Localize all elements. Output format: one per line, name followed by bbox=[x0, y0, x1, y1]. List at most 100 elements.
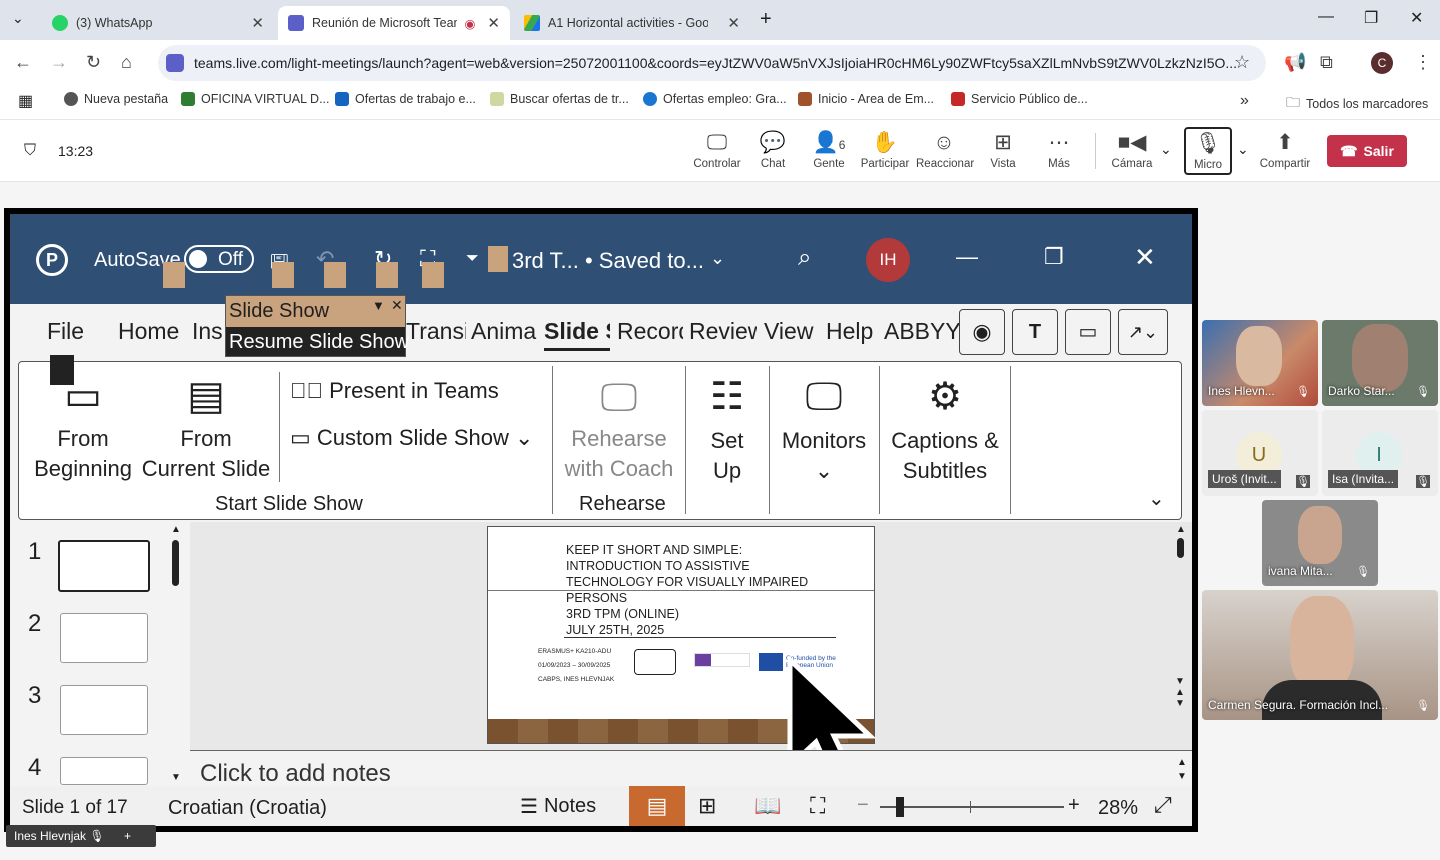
zoom-in-icon[interactable]: + bbox=[1068, 794, 1080, 817]
notes-scroll-icon[interactable]: ▲ ▼ bbox=[1177, 756, 1187, 784]
tab-teams[interactable]: Reunión de Microsoft Teams ◉ ✕ bbox=[278, 6, 510, 40]
restore-icon[interactable]: ❐ bbox=[1364, 8, 1378, 28]
tab-animations[interactable]: Anima bbox=[471, 318, 539, 345]
close-tab-icon[interactable]: ✕ bbox=[251, 14, 264, 32]
address-bar[interactable]: teams.live.com/light-meetings/launch?age… bbox=[158, 45, 1266, 81]
extension-alert-icon[interactable]: 📢 bbox=[1284, 52, 1306, 73]
raise-hand-button[interactable]: ✋ Participar bbox=[857, 130, 913, 170]
reading-view-icon[interactable]: 📖 bbox=[754, 793, 781, 819]
record-button[interactable]: ◉ bbox=[959, 309, 1005, 355]
share-button[interactable]: ⬆ Compartir bbox=[1257, 130, 1313, 170]
tab-slide-show[interactable]: Slide S bbox=[544, 318, 610, 351]
apps-grid-icon[interactable]: ▦ bbox=[18, 91, 33, 111]
tab-list-chevron-icon[interactable]: ⌄ bbox=[12, 10, 24, 27]
slide-sorter-icon[interactable]: ⊞ bbox=[698, 793, 716, 819]
popup-chevron-icon[interactable]: ▼ bbox=[372, 298, 385, 313]
document-title[interactable]: 3rd T... • Saved to... bbox=[512, 248, 704, 274]
user-avatar[interactable]: IH bbox=[866, 238, 910, 282]
mic-options-chevron-icon[interactable]: ⌄ bbox=[1237, 141, 1249, 158]
notes-placeholder[interactable]: Click to add notes bbox=[200, 760, 391, 788]
people-button[interactable]: 👤6 Gente bbox=[801, 130, 857, 170]
pin-icon[interactable]: + bbox=[124, 829, 131, 843]
bookmarks-folder[interactable]: 🗀 Todos los marcadores bbox=[1286, 92, 1428, 116]
tab-view[interactable]: View bbox=[764, 318, 813, 345]
browser-menu-icon[interactable]: ⋮ bbox=[1414, 52, 1432, 73]
ppt-minimize-icon[interactable]: — bbox=[956, 244, 978, 270]
tab-whatsapp[interactable]: (3) WhatsApp ✕ bbox=[42, 6, 274, 40]
close-window-icon[interactable]: ✕ bbox=[1410, 8, 1423, 28]
tab-home[interactable]: Home bbox=[118, 318, 179, 345]
comments-button[interactable]: ▭ bbox=[1065, 309, 1111, 355]
customize-toolbar-icon[interactable]: ⏷ bbox=[466, 250, 479, 268]
editor-scrollbar[interactable] bbox=[1177, 538, 1184, 558]
bookmark-item[interactable]: Ofertas empleo: Gra... bbox=[643, 92, 787, 106]
present-in-teams-button[interactable]: ⊤⃞ Present in Teams bbox=[290, 378, 499, 404]
close-tab-icon[interactable]: ✕ bbox=[487, 14, 500, 32]
slide-thumbnail-4[interactable] bbox=[60, 757, 148, 785]
participant-tile[interactable]: ivana Mita... 🎙 bbox=[1262, 500, 1378, 586]
bookmark-item[interactable]: Nueva pestaña bbox=[64, 92, 168, 106]
slide-thumbnail-3[interactable] bbox=[60, 685, 148, 735]
zoom-level[interactable]: 28% bbox=[1098, 797, 1138, 820]
normal-view-button[interactable]: ▤ bbox=[629, 786, 685, 826]
custom-slide-show-button[interactable]: ▭ Custom Slide Show ⌄ bbox=[290, 425, 533, 451]
setup-button[interactable]: ☷ Set Up bbox=[694, 368, 760, 486]
monitors-button[interactable]: 🖵 Monitors ⌄ bbox=[776, 368, 872, 486]
from-current-button[interactable]: ▤ From Current Slide bbox=[140, 368, 272, 484]
captions-button[interactable]: ⚙ Captions & Subtitles bbox=[886, 368, 1004, 486]
bookmark-item[interactable]: Buscar ofertas de tr... bbox=[490, 92, 629, 106]
slideshow-view-icon[interactable]: ⛶ bbox=[810, 793, 825, 819]
participant-tile[interactable]: Carmen Segura. Formación Incl... 🎙 bbox=[1202, 590, 1438, 720]
prev-slide-icon[interactable]: ▼ ▲ ▼ bbox=[1175, 676, 1185, 709]
more-button[interactable]: ⋯ Más bbox=[1031, 130, 1087, 170]
tab-transitions[interactable]: Transit bbox=[406, 318, 466, 345]
new-tab-icon[interactable]: + bbox=[760, 8, 772, 31]
mic-button[interactable]: 🎙 Micro bbox=[1184, 127, 1232, 175]
site-info-icon[interactable] bbox=[166, 54, 184, 72]
share-dropdown-button[interactable]: ↗⌄ bbox=[1118, 309, 1168, 355]
forward-icon[interactable]: → bbox=[50, 52, 68, 73]
home-icon[interactable]: ⌂ bbox=[121, 52, 132, 73]
language-indicator[interactable]: Croatian (Croatia) bbox=[168, 797, 327, 820]
bookmark-item[interactable]: Ofertas de trabajo e... bbox=[335, 92, 476, 106]
autosave-toggle[interactable]: Off bbox=[184, 245, 254, 273]
bookmark-item[interactable]: OFICINA VIRTUAL D... bbox=[181, 92, 330, 106]
profile-avatar[interactable]: C bbox=[1371, 52, 1393, 74]
tab-abbyy[interactable]: ABBYY bbox=[884, 318, 961, 345]
from-beginning-button[interactable]: ▭ From Beginning bbox=[34, 368, 132, 484]
tab-file[interactable]: File bbox=[47, 318, 84, 345]
minimize-icon[interactable]: — bbox=[1318, 8, 1334, 26]
back-icon[interactable]: ← bbox=[14, 52, 32, 73]
collapse-ribbon-icon[interactable]: ⌄ bbox=[1148, 486, 1165, 511]
bookmark-item[interactable]: Inicio - Area de Em... bbox=[798, 92, 934, 106]
present-teams-button[interactable]: T bbox=[1012, 309, 1058, 355]
chat-button[interactable]: 💬 Chat bbox=[745, 130, 801, 170]
title-chevron-icon[interactable]: ⌄ bbox=[710, 248, 725, 269]
bookmark-item[interactable]: Servicio Público de... bbox=[951, 92, 1088, 106]
ppt-restore-icon[interactable]: ❐ bbox=[1044, 244, 1064, 270]
slide-thumbnail-1[interactable] bbox=[58, 540, 150, 592]
tab-insert[interactable]: Ins bbox=[192, 318, 223, 345]
zoom-slider-thumb[interactable] bbox=[896, 797, 904, 817]
slide-thumbnail-2[interactable] bbox=[60, 613, 148, 663]
thumbnail-scrollbar[interactable] bbox=[172, 540, 179, 586]
control-button[interactable]: 🖵 Controlar bbox=[689, 130, 745, 170]
view-button[interactable]: ⊞ Vista bbox=[975, 130, 1031, 170]
scroll-down-icon[interactable]: ▼ bbox=[171, 772, 181, 783]
zoom-out-icon[interactable]: − bbox=[857, 794, 869, 817]
resume-slide-show[interactable]: Resume Slide Show bbox=[226, 327, 409, 356]
fit-slide-icon[interactable]: ⤢ bbox=[1154, 792, 1172, 818]
popup-close-icon[interactable]: ✕ bbox=[391, 297, 403, 314]
participant-tile[interactable]: Ines Hlevn... 🎙 bbox=[1202, 320, 1318, 406]
camera-button[interactable]: ■◀ Cámara bbox=[1104, 130, 1160, 170]
tab-review[interactable]: Review bbox=[689, 318, 757, 345]
tab-help[interactable]: Help bbox=[826, 318, 873, 345]
participant-tile[interactable]: Darko Star... 🎙 bbox=[1322, 320, 1438, 406]
reload-icon[interactable]: ↻ bbox=[86, 52, 101, 73]
extensions-icon[interactable]: ⧉ bbox=[1320, 52, 1333, 73]
search-icon[interactable]: ⌕ bbox=[798, 244, 811, 272]
scroll-up-icon[interactable]: ▲ bbox=[1176, 524, 1186, 535]
tab-google-drive[interactable]: A1 Horizontal activities - Google ✕ bbox=[514, 6, 750, 40]
camera-options-chevron-icon[interactable]: ⌄ bbox=[1160, 141, 1172, 158]
ppt-close-icon[interactable]: ✕ bbox=[1134, 242, 1156, 273]
